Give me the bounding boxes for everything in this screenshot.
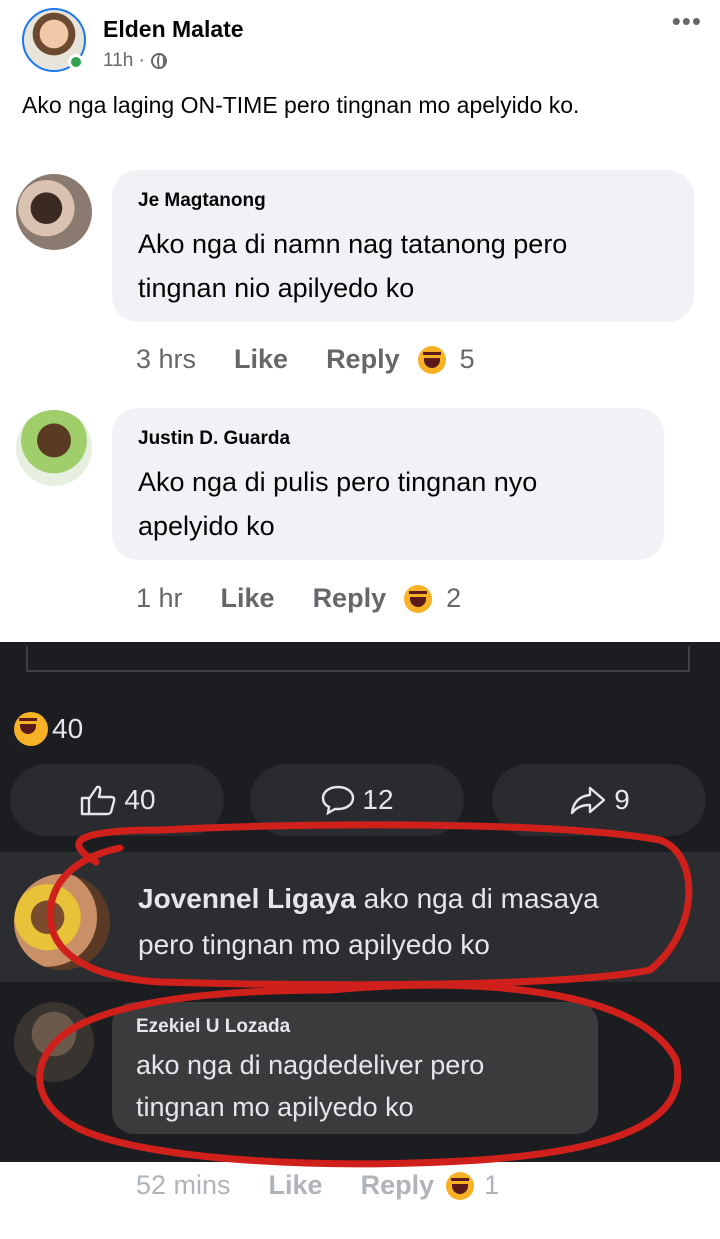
commenter-avatar <box>14 1002 94 1082</box>
commenter-name: Je Magtanong <box>138 190 266 211</box>
reaction-count: 1 <box>484 1170 500 1200</box>
haha-reaction-icon <box>446 1171 475 1200</box>
post-meta: 11h · <box>103 50 167 72</box>
highlighted-comment: Jovennel Ligaya ako nga di masaya pero t… <box>0 852 720 982</box>
reply-link: Reply <box>326 344 400 374</box>
comment-text: ako nga di nagdedeliver pero tingnan mo … <box>136 1050 485 1122</box>
comment-actions: 1 hr Like Reply 2 <box>136 583 461 614</box>
like-link: Like <box>234 344 289 374</box>
like-count: 40 <box>124 784 156 815</box>
post-caption: Ako nga laging ON-TIME pero tingnan mo a… <box>22 92 580 118</box>
like-button: 40 <box>10 764 224 836</box>
commenter-avatar <box>16 174 92 250</box>
comment-time: 1 hr <box>136 583 183 613</box>
reaction-count: 2 <box>446 583 462 613</box>
post-image[interactable]: Je Magtanong Ako nga di namn nag tatanon… <box>0 140 720 1239</box>
image-bottom-edge <box>0 1222 720 1239</box>
reply-link: Reply <box>312 583 387 613</box>
share-count: 9 <box>614 784 630 815</box>
haha-reaction-icon <box>404 584 433 613</box>
post-time[interactable]: 11h · <box>103 50 145 72</box>
haha-reaction-icon <box>14 712 48 746</box>
comment-button: 12 <box>250 764 464 836</box>
more-options-button[interactable]: ••• <box>672 6 702 37</box>
like-link: Like <box>268 1170 323 1200</box>
comment-text: Ako nga di pulis pero tingnan nyo apelyi… <box>138 467 538 541</box>
comment-bubble: Je Magtanong Ako nga di namn nag tatanon… <box>112 170 694 322</box>
online-status-icon <box>68 54 84 70</box>
comment-text: Jovennel Ligaya ako nga di masaya pero t… <box>138 883 599 960</box>
screenshot-light-section: Je Magtanong Ako nga di namn nag tatanon… <box>0 140 720 642</box>
reply-link: Reply <box>360 1170 435 1200</box>
comment-actions: 52 mins Like Reply 1 <box>136 1170 499 1201</box>
commenter-avatar <box>16 410 92 486</box>
post-header: Elden Malate 11h · ••• Ako nga laging ON… <box>0 0 720 140</box>
like-link: Like <box>220 583 275 613</box>
post-action-bar: 40 12 9 <box>10 764 710 836</box>
commenter-name: Justin D. Guarda <box>138 428 291 449</box>
share-button: 9 <box>492 764 706 836</box>
globe-icon <box>150 53 167 69</box>
divider <box>26 646 690 672</box>
comment-bubble: Ezekiel U Lozada ako nga di nagdedeliver… <box>112 1002 598 1134</box>
reaction-summary: 40 <box>14 712 83 746</box>
reaction-total: 40 <box>52 713 84 744</box>
commenter-avatar <box>14 874 110 970</box>
haha-reaction-icon <box>417 345 446 374</box>
comment-time: 52 mins <box>136 1170 231 1200</box>
share-arrow-icon <box>571 786 606 815</box>
comment-count: 12 <box>362 784 394 815</box>
author-name[interactable]: Elden Malate <box>103 16 244 43</box>
commenter-name: Jovennel Ligaya <box>138 883 356 914</box>
comment-icon <box>322 785 355 816</box>
screenshot-dark-section: 40 40 12 9 Jovennel Ligaya ako nga di ma… <box>0 642 720 1200</box>
comment-actions: 3 hrs Like Reply 5 <box>136 344 475 375</box>
thumbs-up-icon <box>81 785 116 816</box>
comment-text: Ako nga di namn nag tatanong pero tingna… <box>138 229 568 303</box>
comment-time: 3 hrs <box>136 344 197 374</box>
reaction-count: 5 <box>459 344 475 374</box>
comment-bubble: Justin D. Guarda Ako nga di pulis pero t… <box>112 408 664 560</box>
commenter-name: Ezekiel U Lozada <box>136 1016 291 1037</box>
